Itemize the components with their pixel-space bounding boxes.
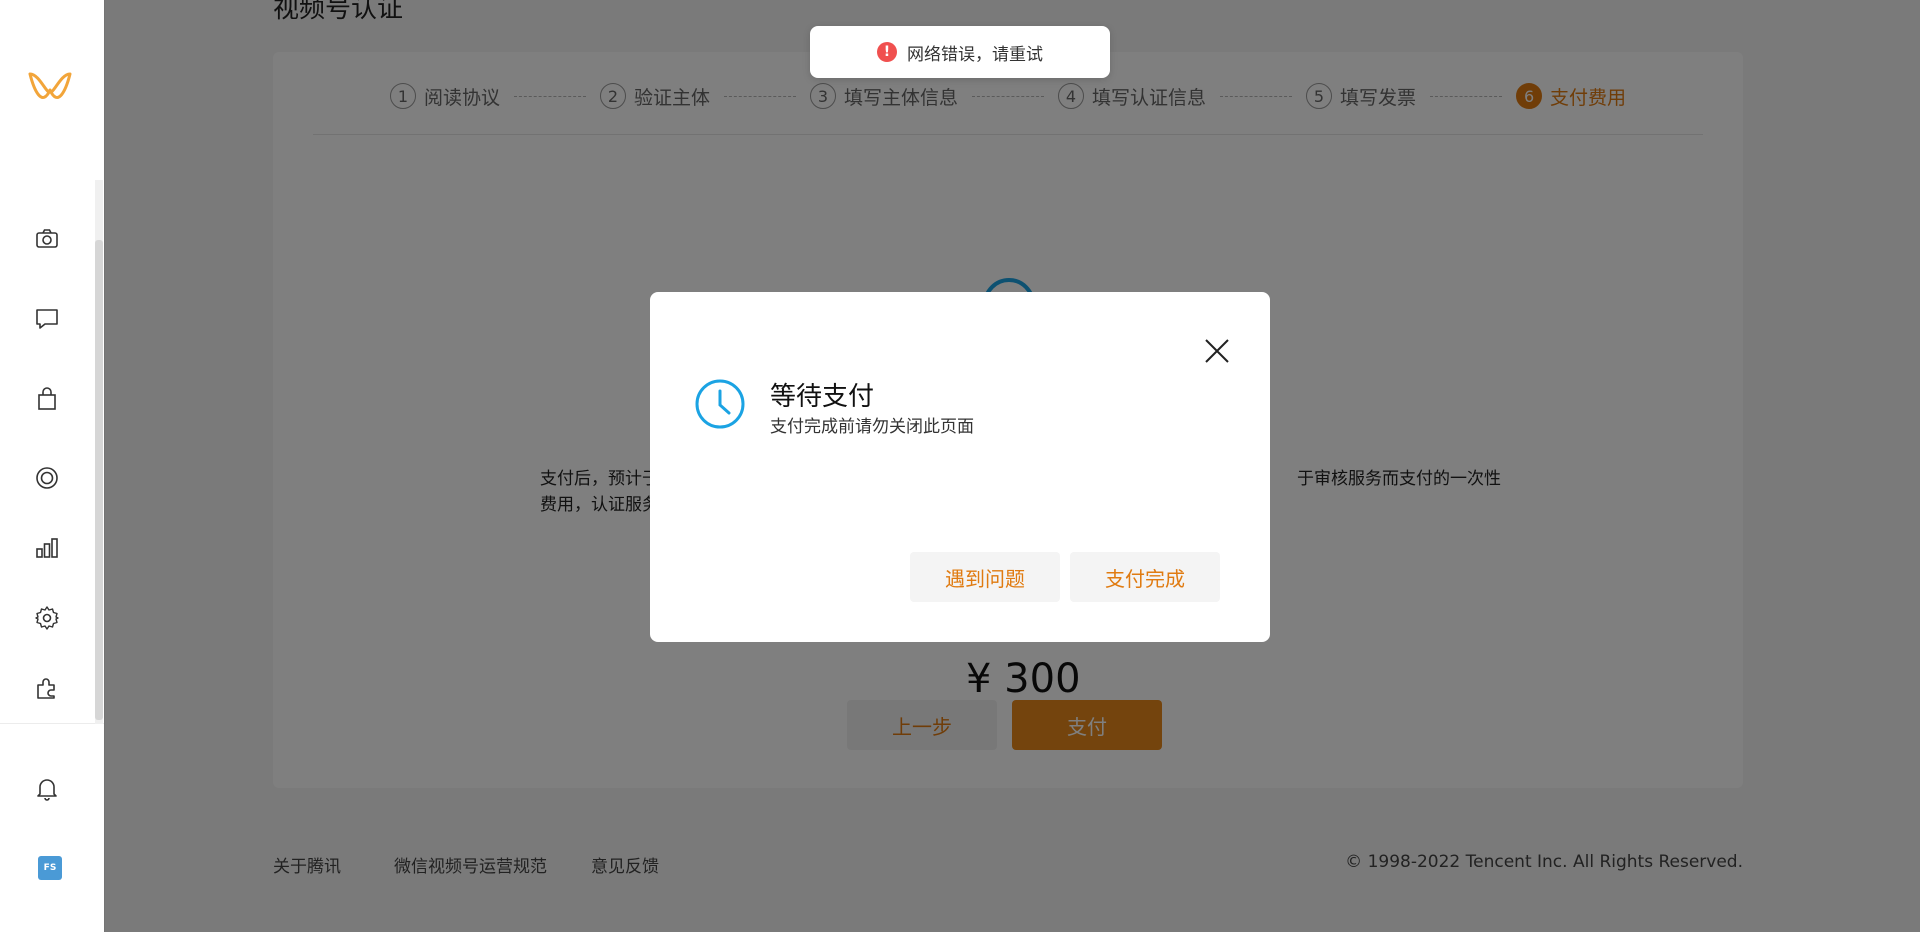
gear-icon[interactable] bbox=[30, 601, 64, 635]
live-icon[interactable] bbox=[30, 461, 64, 495]
sidebar: FS bbox=[0, 0, 105, 932]
waiting-payment-dialog: 等待支付 支付完成前请勿关闭此页面 遇到问题 支付完成 bbox=[650, 292, 1270, 642]
error-icon: ! bbox=[877, 42, 897, 62]
payment-done-button[interactable]: 支付完成 bbox=[1070, 552, 1220, 602]
channels-logo[interactable] bbox=[26, 68, 74, 112]
shopping-bag-icon[interactable] bbox=[30, 382, 64, 416]
chart-icon[interactable] bbox=[30, 531, 64, 565]
plugin-icon[interactable] bbox=[30, 671, 64, 705]
problem-button[interactable]: 遇到问题 bbox=[910, 552, 1060, 602]
error-toast: ! 网络错误，请重试 bbox=[810, 26, 1110, 78]
sidebar-scrollbar[interactable] bbox=[95, 180, 103, 724]
close-icon[interactable] bbox=[1202, 336, 1232, 366]
bell-icon[interactable] bbox=[30, 771, 64, 805]
dialog-subtitle: 支付完成前请勿关闭此页面 bbox=[770, 417, 974, 437]
camera-icon[interactable] bbox=[30, 221, 64, 255]
clock-icon bbox=[694, 378, 746, 430]
scrollbar-thumb[interactable] bbox=[95, 240, 103, 720]
avatar[interactable]: FS bbox=[38, 856, 62, 880]
dialog-title: 等待支付 bbox=[770, 382, 875, 412]
comment-icon[interactable] bbox=[30, 302, 64, 336]
sidebar-divider bbox=[0, 723, 104, 724]
toast-message: 网络错误，请重试 bbox=[907, 44, 1043, 65]
